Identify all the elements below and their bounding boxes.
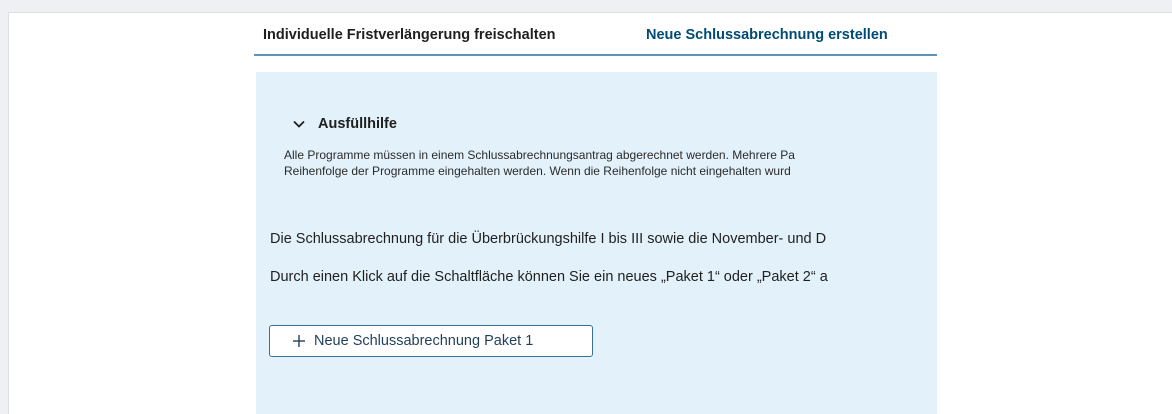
button-label: Neue Schlussabrechnung Paket 1 [314,333,534,349]
instruction-paragraph: Durch einen Klick auf die Schaltfläche k… [270,269,828,285]
helper-text: Alle Programme müssen in einem Schlussab… [284,147,795,179]
helper-text-line: Alle Programme müssen in einem Schlussab… [284,148,795,162]
chevron-down-icon [292,117,306,131]
content-panel: Ausfüllhilfe Alle Programme müssen in ei… [256,72,937,414]
helper-title: Ausfüllhilfe [318,116,397,132]
helper-text-line: Reihenfolge der Programme eingehalten we… [284,164,791,178]
tab-bar: Individuelle Fristverlängerung freischal… [254,12,937,56]
tab-unlock-extension[interactable]: Individuelle Fristverlängerung freischal… [263,27,556,43]
intro-paragraph: Die Schlussabrechnung für die Überbrücku… [270,231,827,247]
plus-icon [292,334,306,348]
helper-toggle[interactable]: Ausfüllhilfe [292,116,397,132]
new-final-statement-button[interactable]: Neue Schlussabrechnung Paket 1 [269,325,593,357]
tab-new-final-statement[interactable]: Neue Schlussabrechnung erstellen [646,27,888,43]
